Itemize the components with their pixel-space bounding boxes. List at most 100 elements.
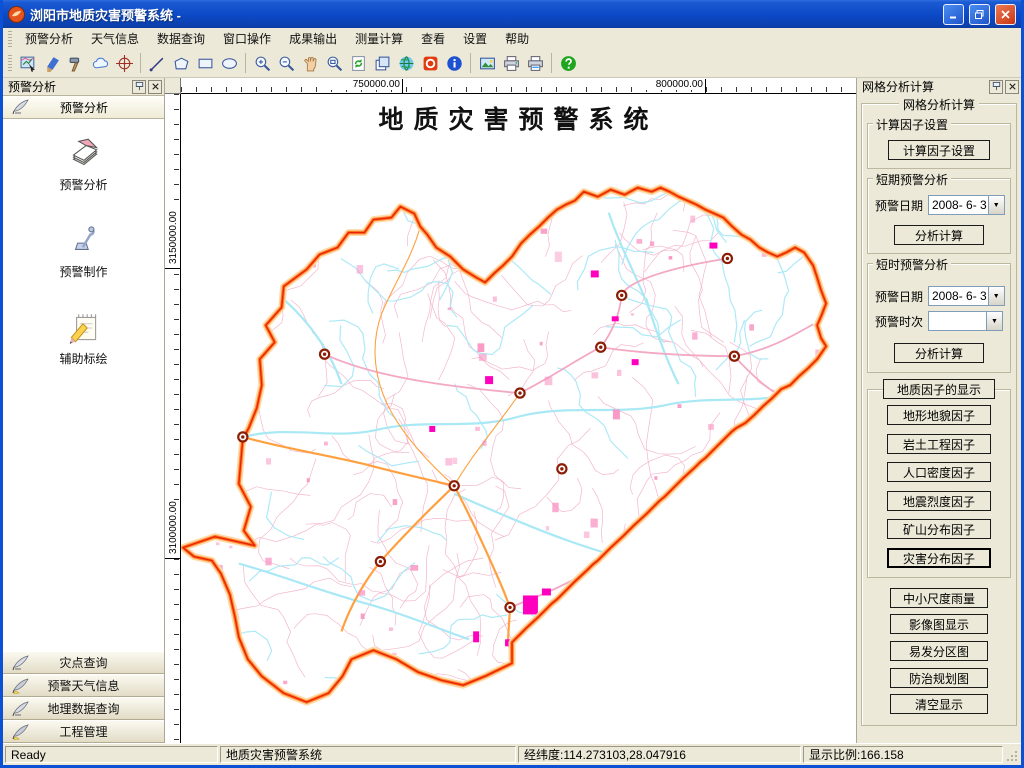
left-bar-2[interactable]: 预警天气信息	[3, 674, 164, 697]
right-panel-title: 网格分析计算	[862, 78, 987, 95]
book-icon	[65, 135, 103, 173]
factor-button-4[interactable]: 地震烈度因子	[887, 491, 991, 511]
app-window: 浏阳市地质灾害预警系统 - 预警分析天气信息数据查询窗口操作成果输出测量计算查看…	[0, 0, 1024, 768]
zoom-in-button[interactable]	[250, 51, 274, 75]
pin-icon	[991, 81, 1002, 92]
left-panel-title: 预警分析	[8, 78, 130, 95]
left-group-bar[interactable]: 预警分析	[3, 95, 164, 119]
hammer-icon	[68, 55, 85, 72]
paint-button[interactable]	[40, 51, 64, 75]
toolbar-separator	[470, 53, 471, 73]
ellipse-button[interactable]	[217, 51, 241, 75]
factor-button-1[interactable]: 地形地貌因子	[887, 405, 991, 425]
menu-item-2[interactable]: 天气信息	[82, 28, 148, 50]
chevron-down-icon[interactable]: ▼	[988, 287, 1004, 305]
menu-item-1[interactable]: 预警分析	[16, 28, 82, 50]
geo-factor-display-button[interactable]: 地质因子的显示	[883, 379, 995, 399]
display-button-1[interactable]: 中小尺度雨量	[890, 588, 988, 608]
left-bar-1[interactable]: 灾点查询	[3, 651, 164, 674]
quill-icon	[12, 700, 30, 718]
time-label: 预警时次	[875, 313, 928, 330]
menu-item-5[interactable]: 成果输出	[280, 28, 346, 50]
polygon-button[interactable]	[169, 51, 193, 75]
chevron-down-icon[interactable]: ▼	[986, 312, 1002, 330]
menu-item-9[interactable]: 帮助	[496, 28, 538, 50]
hammer-button[interactable]	[64, 51, 88, 75]
minimize-button[interactable]	[943, 4, 964, 25]
factor-button-3[interactable]: 人口密度因子	[887, 462, 991, 482]
cloud-button[interactable]	[88, 51, 112, 75]
display-button-5[interactable]: 清空显示	[890, 694, 988, 714]
menu-item-6[interactable]: 测量计算	[346, 28, 412, 50]
combo-value: 2008- 6- 3	[929, 196, 988, 214]
image-view-button[interactable]	[475, 51, 499, 75]
menu-item-4[interactable]: 窗口操作	[214, 28, 280, 50]
factor-button-6[interactable]: 灾害分布因子	[887, 548, 991, 568]
quill-icon	[12, 98, 30, 116]
help-button[interactable]	[556, 51, 580, 75]
factor-setting-button[interactable]: 计算因子设置	[888, 140, 990, 160]
stop-button[interactable]	[418, 51, 442, 75]
close-panel-button[interactable]	[148, 80, 162, 94]
resize-grip[interactable]	[1005, 746, 1019, 763]
globe-button[interactable]	[394, 51, 418, 75]
zoom-extent-button[interactable]	[322, 51, 346, 75]
statusbar: Ready地质灾害预警系统经纬度:114.273103,28.047916显示比…	[3, 743, 1021, 765]
left-panel: 预警分析 预警分析 预警分析预警制作辅助标绘 灾点查询预警天气信息地理数据查询工…	[3, 78, 165, 743]
close-panel-button[interactable]	[1005, 80, 1019, 94]
left-item-1[interactable]: 预警分析	[3, 135, 164, 193]
chevron-down-icon[interactable]: ▼	[988, 196, 1004, 214]
v-ruler-label: 3150000.00	[168, 211, 179, 264]
map-canvas[interactable]: 地质灾害预警系统	[181, 94, 856, 743]
short-term-analyze-button[interactable]: 分析计算	[894, 225, 984, 245]
short-term-date-combo[interactable]: 2008- 6- 3 ▼	[928, 195, 1005, 215]
window-title: 浏阳市地质灾害预警系统 -	[30, 5, 938, 24]
print-preview-button[interactable]	[523, 51, 547, 75]
display-button-4[interactable]: 防治规划图	[890, 668, 988, 688]
ellipse-icon	[221, 55, 238, 72]
layers-button[interactable]	[370, 51, 394, 75]
immediate-frame: 短时预警分析 预警日期 2008- 6- 3 ▼ 预警时次	[867, 263, 1011, 373]
pin-button[interactable]	[132, 80, 146, 94]
left-bar-3[interactable]: 地理数据查询	[3, 697, 164, 720]
rectangle-button[interactable]	[193, 51, 217, 75]
toolbar-separator	[140, 53, 141, 73]
print-button[interactable]	[499, 51, 523, 75]
map-drawing[interactable]	[181, 94, 856, 743]
line-icon	[149, 55, 166, 72]
factor-button-5[interactable]: 矿山分布因子	[887, 519, 991, 539]
content: 预警分析 预警分析 预警分析预警制作辅助标绘 灾点查询预警天气信息地理数据查询工…	[3, 78, 1021, 743]
status-panel-4: 显示比例:166.158	[803, 746, 1003, 763]
map-select-button[interactable]	[16, 51, 40, 75]
display-button-2[interactable]: 影像图显示	[890, 614, 988, 634]
left-item-label: 辅助标绘	[59, 350, 107, 367]
left-item-2[interactable]: 预警制作	[3, 222, 164, 280]
left-item-label: 预警制作	[59, 263, 107, 280]
menu-item-7[interactable]: 查看	[412, 28, 454, 50]
toolbar-separator	[551, 53, 552, 73]
crosshair-button[interactable]	[112, 51, 136, 75]
left-bar-4[interactable]: 工程管理	[3, 720, 164, 743]
refresh-icon	[350, 55, 367, 72]
toolbar-gripper[interactable]	[8, 55, 12, 71]
factor-button-2[interactable]: 岩土工程因子	[887, 434, 991, 454]
menu-item-8[interactable]: 设置	[454, 28, 496, 50]
menubar-gripper[interactable]	[8, 31, 12, 47]
pan-button[interactable]	[298, 51, 322, 75]
info-button[interactable]	[442, 51, 466, 75]
close-icon	[1007, 81, 1018, 92]
immediate-time-combo[interactable]: ▼	[928, 311, 1003, 331]
date-label: 预警日期	[875, 288, 928, 305]
immediate-date-combo[interactable]: 2008- 6- 3 ▼	[928, 286, 1005, 306]
display-button-3[interactable]: 易发分区图	[890, 641, 988, 661]
cloud-icon	[92, 55, 109, 72]
refresh-button[interactable]	[346, 51, 370, 75]
left-item-3[interactable]: 辅助标绘	[3, 309, 164, 367]
pin-button[interactable]	[989, 80, 1003, 94]
restore-button[interactable]	[969, 4, 990, 25]
zoom-out-button[interactable]	[274, 51, 298, 75]
immediate-analyze-button[interactable]: 分析计算	[894, 343, 984, 363]
line-button[interactable]	[145, 51, 169, 75]
menu-item-3[interactable]: 数据查询	[148, 28, 214, 50]
close-button[interactable]	[995, 4, 1016, 25]
